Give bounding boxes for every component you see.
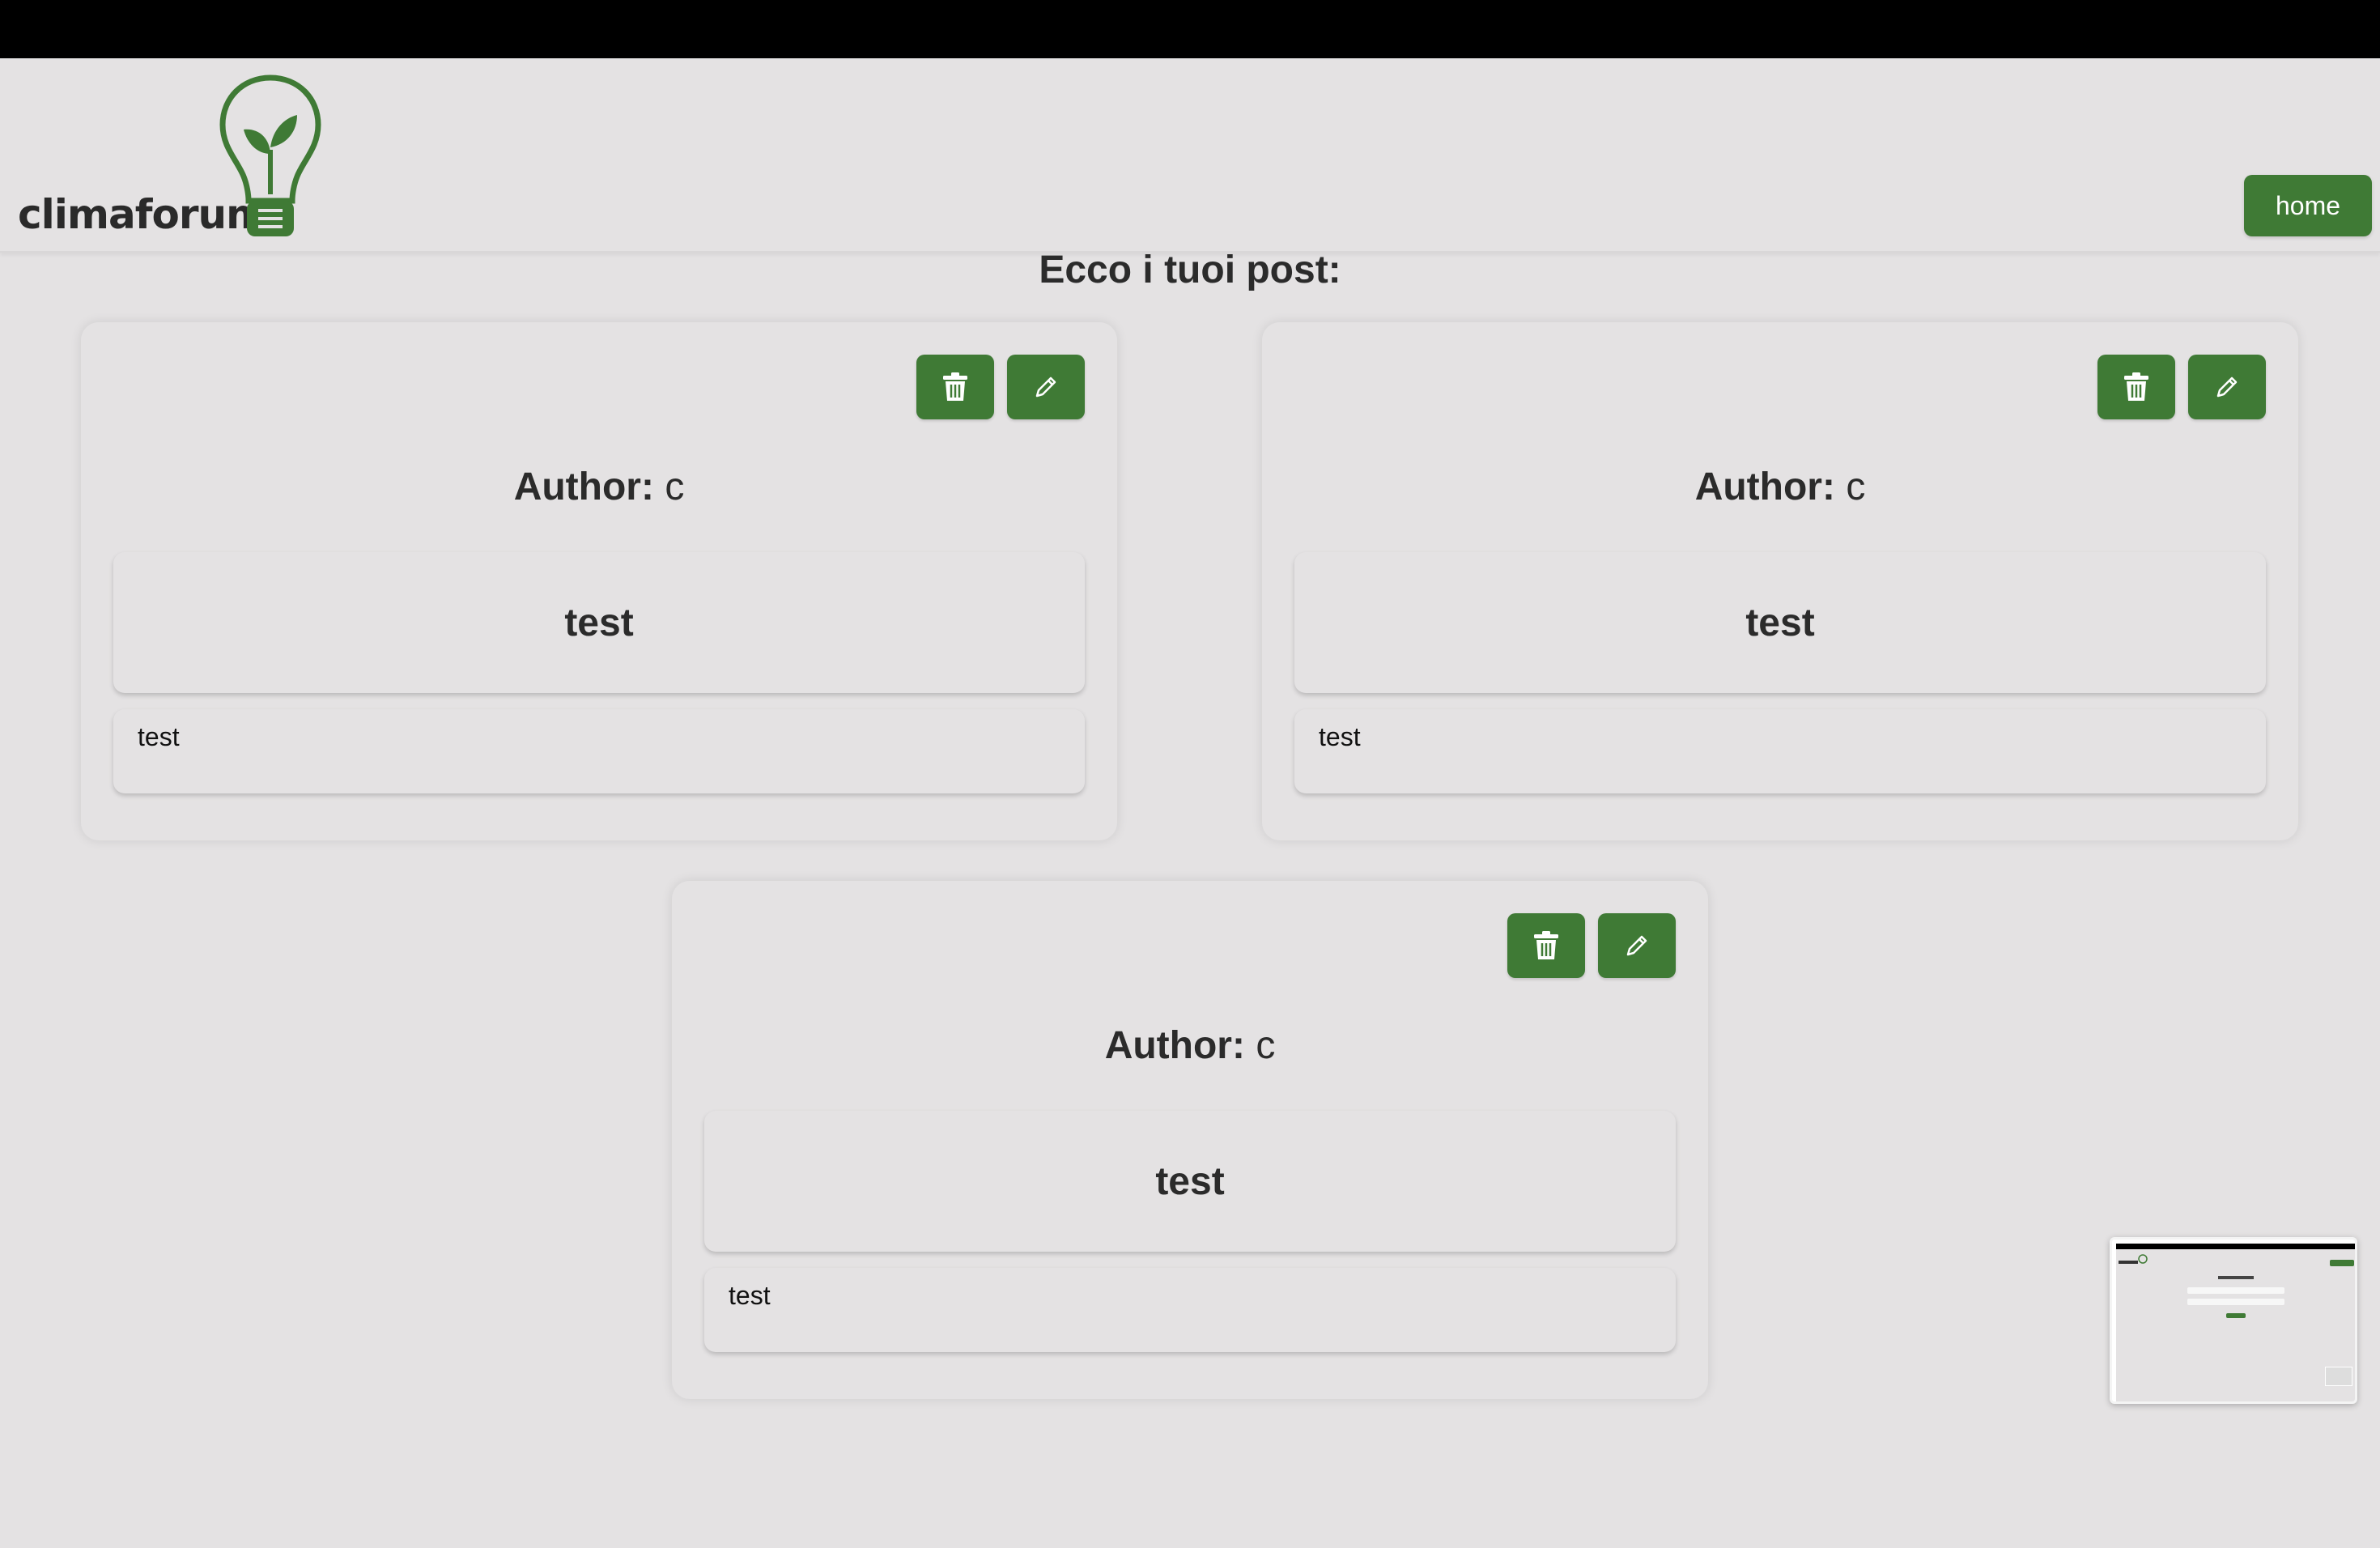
lightbulb-leaf-icon [219,74,321,236]
author-label: Author: [1104,1024,1245,1067]
delete-post-button[interactable] [1507,913,1585,978]
home-button[interactable]: home [2244,175,2372,236]
thumbnail-top-bar [2116,1244,2355,1249]
author-name: c [665,466,685,508]
page-title: Ecco i tuoi post: [1039,249,1341,291]
edit-post-button[interactable] [1598,913,1676,978]
delete-post-button[interactable] [916,355,994,419]
post-title: test [1294,552,2266,693]
thumbnail-field [2187,1299,2284,1305]
post-body: test [1294,709,2266,793]
screenshot-thumbnail[interactable] [2110,1237,2357,1404]
post-body: test [113,709,1085,793]
trash-icon [1534,931,1558,959]
thumbnail-button [2226,1313,2246,1318]
author-name: c [1846,466,1866,508]
edit-post-button[interactable] [1007,355,1085,419]
thumbnail-preview [2116,1244,2355,1401]
thumbnail-field [2187,1287,2284,1294]
edit-post-button[interactable] [2188,355,2266,419]
post-title: test [113,552,1085,693]
post-actions [2097,355,2266,419]
post-title: test [704,1111,1676,1252]
post-actions [916,355,1085,419]
post-card: Author: c test test [1262,322,2298,840]
thumbnail-logo-icon [2119,1254,2148,1264]
pencil-icon [1035,376,1056,398]
pencil-icon [1626,935,1647,956]
post-author: Author: c [81,465,1117,509]
delete-post-button[interactable] [2097,355,2175,419]
post-card: Author: c test test [81,322,1117,840]
site-header: climaforum home [0,58,2380,253]
window-top-bar [0,0,2380,58]
climaforum-logo[interactable]: climaforum [18,73,325,243]
author-label: Author: [513,466,654,508]
post-actions [1507,913,1676,978]
thumbnail-title [2218,1276,2254,1279]
post-author: Author: c [672,1023,1708,1068]
pencil-icon [2216,376,2238,398]
post-card: Author: c test test [672,881,1708,1399]
trash-icon [2124,372,2148,401]
author-label: Author: [1694,466,1835,508]
post-body: test [704,1268,1676,1352]
thumbnail-mini-preview [2325,1367,2352,1386]
post-author: Author: c [1262,465,2298,509]
author-name: c [1256,1024,1276,1067]
thumbnail-home-button [2330,1260,2354,1266]
trash-icon [943,372,967,401]
